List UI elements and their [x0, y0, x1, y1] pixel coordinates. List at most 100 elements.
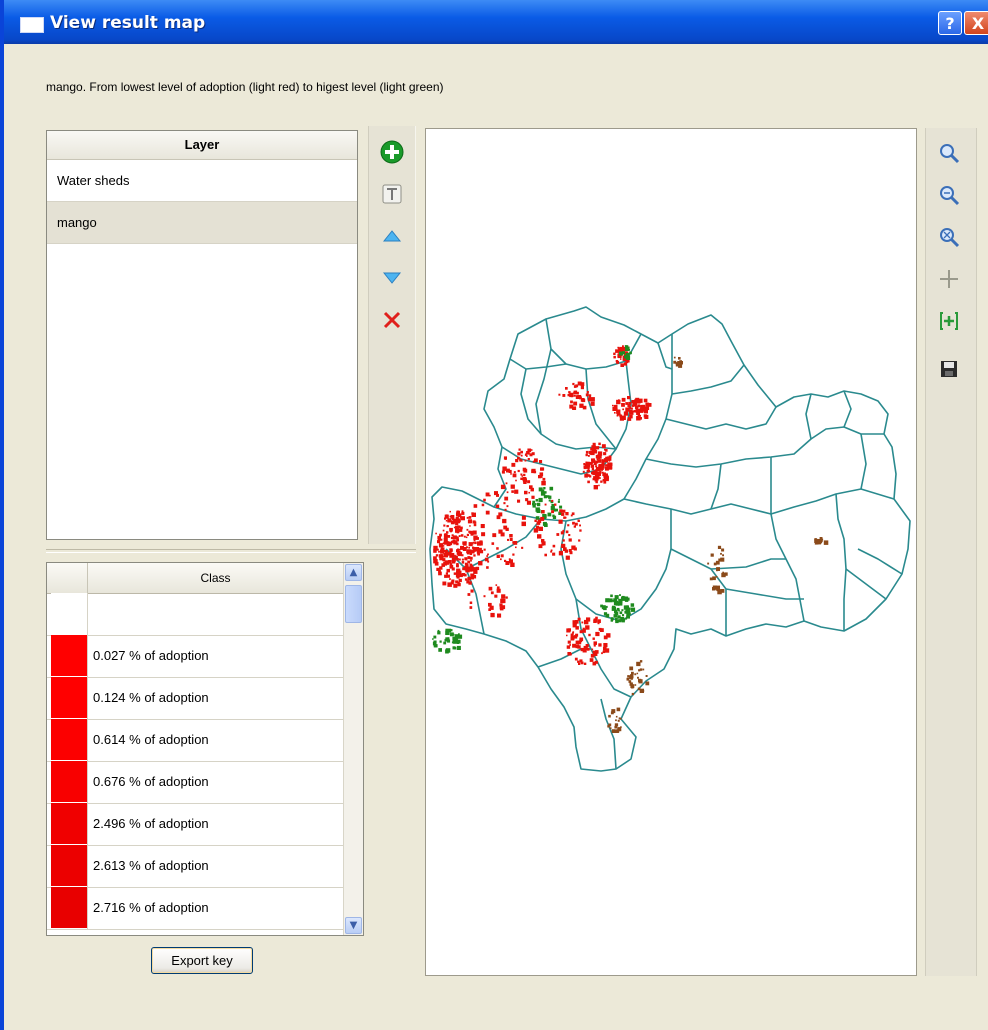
- layer-item-mango[interactable]: mango: [47, 202, 357, 244]
- class-column-header[interactable]: Class: [88, 563, 343, 593]
- class-row[interactable]: 0.676 % of adoption: [47, 761, 343, 804]
- class-row[interactable]: 2.716 % of adoption: [47, 887, 343, 930]
- adoption-pixel: [542, 521, 547, 526]
- adoption-pixel: [544, 503, 547, 506]
- adoption-pixel: [574, 657, 578, 661]
- adoption-pixel: [434, 561, 439, 566]
- adoption-pixel: [521, 546, 524, 549]
- adoption-pixel: [627, 396, 631, 400]
- adoption-pixel: [593, 618, 598, 622]
- class-row[interactable]: 2.496 % of adoption: [47, 803, 343, 846]
- column-divider: [87, 677, 88, 719]
- adoption-pixel: [623, 411, 629, 416]
- layer-item-label: mango: [57, 215, 97, 230]
- adoption-pixel: [712, 576, 716, 581]
- adoption-pixel: [474, 541, 477, 545]
- adoption-pixel: [474, 571, 477, 574]
- panel-splitter[interactable]: [46, 549, 416, 553]
- adoption-pixel: [605, 466, 609, 471]
- adoption-pixel: [635, 397, 640, 402]
- adoption-pixel: [432, 638, 434, 640]
- pan-icon[interactable]: [936, 266, 962, 292]
- adoption-pixel: [567, 628, 571, 632]
- adoption-pixel: [483, 595, 486, 598]
- adoption-pixel: [626, 677, 630, 681]
- adoption-pixel: [438, 569, 441, 573]
- adoption-pixel: [677, 361, 680, 364]
- adoption-pixel: [627, 417, 632, 421]
- adoption-pixel: [579, 529, 582, 532]
- adoption-pixel: [498, 529, 503, 534]
- adoption-pixel: [567, 652, 571, 656]
- adoption-pixel: [523, 473, 526, 477]
- adoption-pixel: [496, 588, 501, 593]
- adoption-pixel: [588, 394, 592, 397]
- layer-item-water-sheds[interactable]: Water sheds: [47, 160, 357, 202]
- remove-layer-icon[interactable]: [378, 306, 406, 334]
- adoption-pixel: [512, 553, 515, 556]
- adoption-pixel: [616, 414, 619, 417]
- class-row[interactable]: [47, 593, 343, 636]
- zoom-full-icon[interactable]: [936, 224, 962, 250]
- adoption-pixel: [710, 553, 714, 557]
- adoption-pixel: [586, 469, 590, 473]
- watershed-boundary: [493, 334, 673, 522]
- adoption-pixel: [465, 536, 468, 539]
- scroll-up-button[interactable]: ▲: [345, 564, 362, 581]
- adoption-pixel: [461, 561, 465, 564]
- adoption-pixel: [535, 499, 539, 502]
- close-button[interactable]: X: [964, 11, 988, 35]
- add-layer-icon[interactable]: [378, 138, 406, 166]
- adoption-pixel: [593, 458, 595, 461]
- adoption-pixel: [500, 554, 504, 558]
- adoption-pixel: [466, 552, 470, 555]
- adoption-pixel: [595, 631, 600, 637]
- zoom-to-layer-icon[interactable]: [936, 308, 962, 334]
- help-button[interactable]: ?: [938, 11, 962, 35]
- adoption-pixel: [565, 387, 568, 390]
- adoption-pixel: [602, 650, 606, 654]
- adoption-pixel: [590, 401, 595, 406]
- adoption-pixel: [461, 558, 464, 561]
- adoption-pixel: [615, 602, 620, 606]
- title-bar[interactable]: View result map ? X: [4, 0, 988, 44]
- zoom-in-icon[interactable]: [936, 140, 962, 166]
- class-row[interactable]: 0.027 % of adoption: [47, 635, 343, 678]
- adoption-pixel: [622, 614, 625, 617]
- adoption-pixel: [603, 452, 607, 456]
- adoption-pixel: [460, 534, 464, 537]
- adoption-pixel: [501, 594, 506, 599]
- adoption-pixel: [458, 633, 460, 636]
- adoption-pixel: [554, 503, 557, 506]
- map-canvas[interactable]: [425, 128, 917, 976]
- move-down-icon[interactable]: [378, 264, 406, 292]
- adoption-pixel: [515, 546, 517, 549]
- adoption-pixel: [447, 518, 452, 523]
- class-row[interactable]: 2.613 % of adoption: [47, 845, 343, 888]
- layer-column-header[interactable]: Layer: [47, 131, 357, 160]
- scroll-thumb[interactable]: [345, 585, 362, 623]
- class-row[interactable]: 0.614 % of adoption: [47, 719, 343, 762]
- class-row[interactable]: 0.124 % of adoption: [47, 677, 343, 720]
- zoom-out-icon[interactable]: [936, 182, 962, 208]
- move-up-icon[interactable]: [378, 222, 406, 250]
- save-icon[interactable]: [936, 356, 962, 382]
- adoption-pixel: [559, 509, 563, 513]
- watershed-map[interactable]: [426, 129, 916, 975]
- adoption-pixel: [585, 450, 589, 454]
- scroll-down-button[interactable]: ▼: [345, 917, 362, 934]
- adoption-pixel: [585, 393, 589, 397]
- layer-item-label: Water sheds: [57, 173, 130, 188]
- adoption-pixel: [591, 471, 594, 475]
- adoption-pixel: [467, 593, 471, 596]
- adoption-pixel: [540, 475, 543, 478]
- adoption-pixel: [637, 687, 641, 691]
- adoption-pixel: [532, 500, 536, 504]
- adoption-pixel: [498, 512, 503, 517]
- export-key-button[interactable]: Export key: [151, 947, 253, 974]
- vertical-scrollbar[interactable]: ▲ ▼: [343, 563, 363, 935]
- adoption-pixel: [630, 407, 633, 410]
- layer-style-icon[interactable]: [378, 180, 406, 208]
- adoption-pixel: [575, 395, 580, 399]
- adoption-pixel: [544, 553, 547, 557]
